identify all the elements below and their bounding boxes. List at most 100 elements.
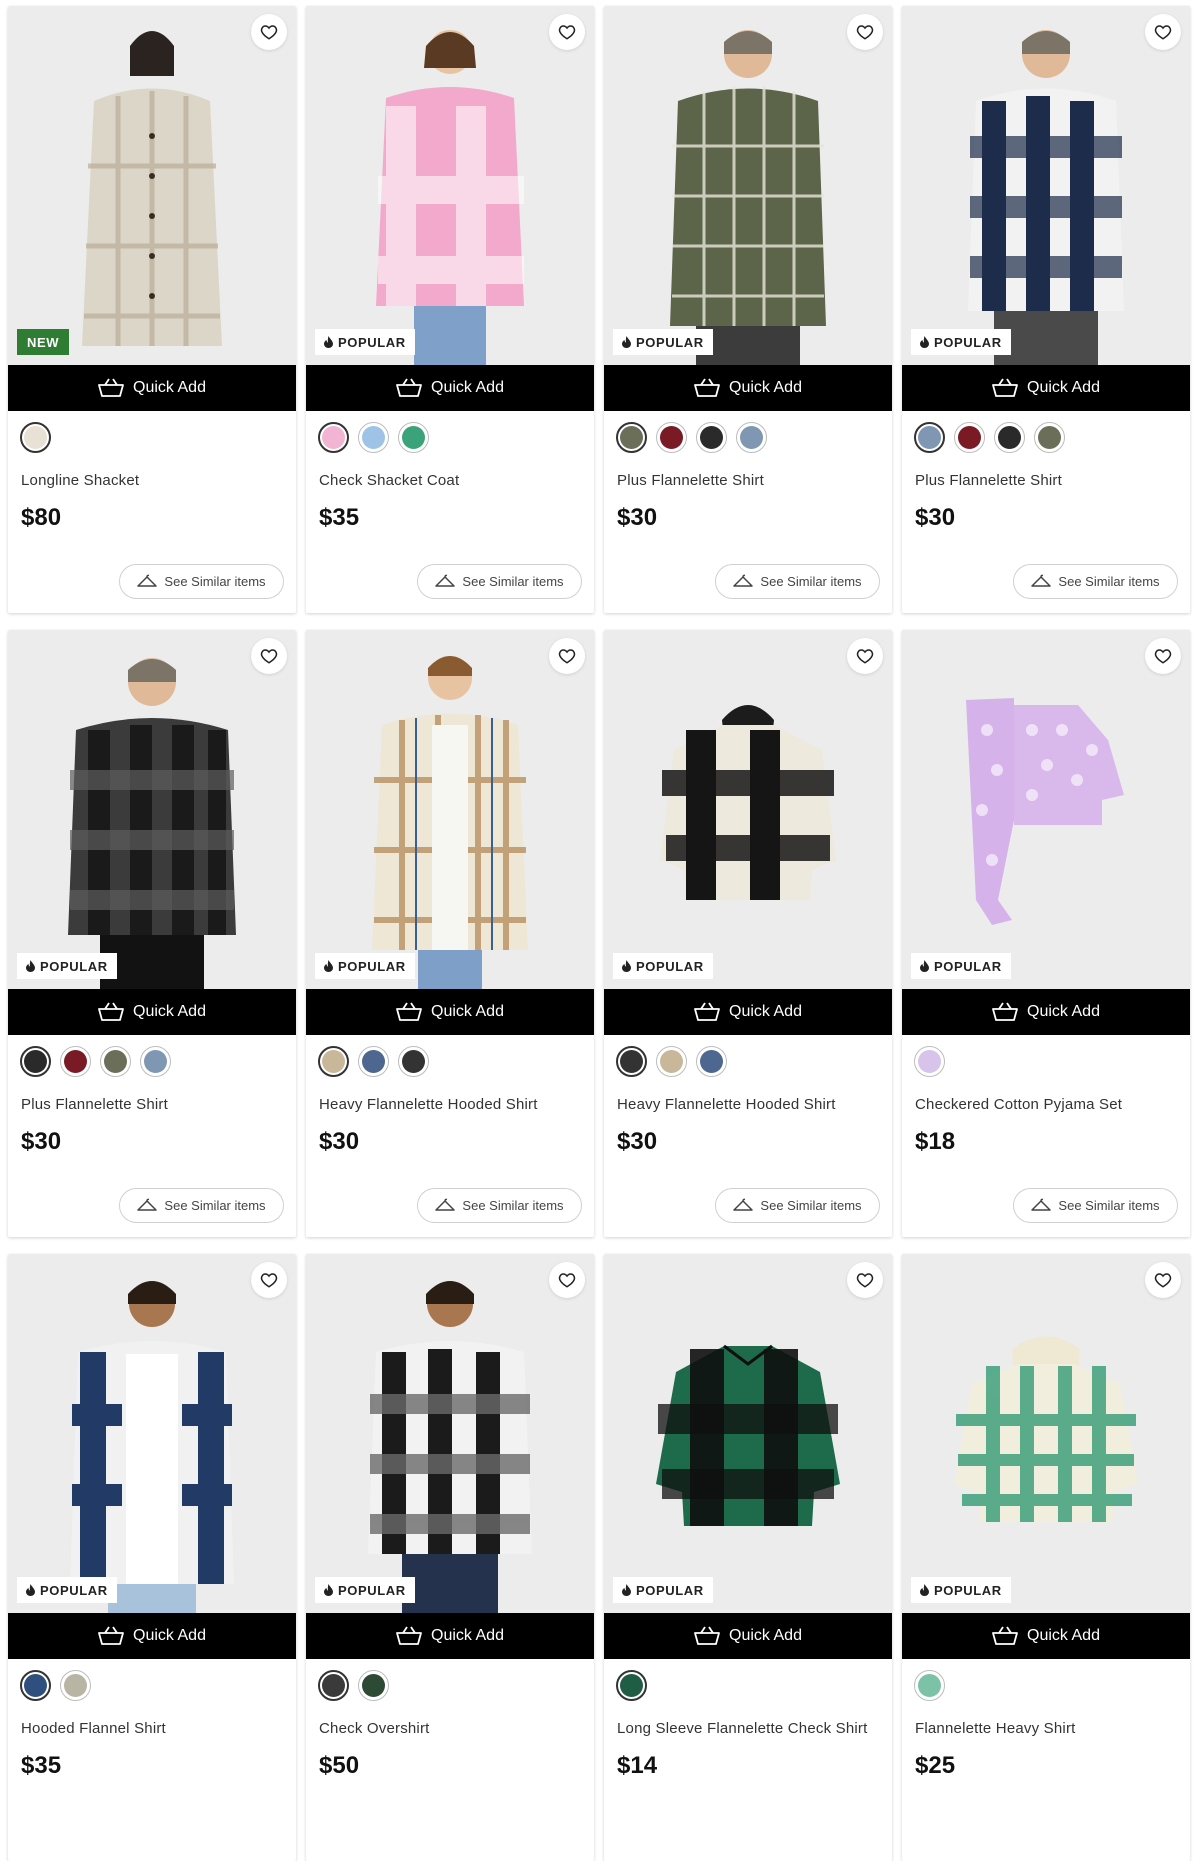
quick-add-button[interactable]: Quick Add — [902, 989, 1190, 1035]
wishlist-button[interactable] — [1145, 1262, 1181, 1298]
product-image[interactable]: POPULAR — [306, 630, 594, 989]
product-card[interactable]: POPULAR Quick Add Flannelette Heavy Shir… — [902, 1254, 1190, 1861]
product-card[interactable]: POPULAR Quick Add Heavy Flannelette Hood… — [604, 630, 892, 1237]
see-similar-button[interactable]: See Similar items — [715, 1188, 880, 1223]
color-swatch[interactable] — [398, 422, 429, 453]
wishlist-button[interactable] — [1145, 14, 1181, 50]
color-swatch[interactable] — [318, 1046, 349, 1077]
status-badge: POPULAR — [613, 329, 713, 355]
quick-add-button[interactable]: Quick Add — [604, 1613, 892, 1659]
wishlist-button[interactable] — [549, 1262, 585, 1298]
wishlist-button[interactable] — [251, 1262, 287, 1298]
product-name[interactable]: Plus Flannelette Shirt — [21, 1096, 168, 1113]
product-name[interactable]: Long Sleeve Flannelette Check Shirt — [617, 1720, 867, 1737]
color-swatch[interactable] — [318, 1670, 349, 1701]
product-image[interactable]: POPULAR — [8, 630, 296, 989]
product-card[interactable]: POPULAR Quick Add Plus Flannelette Shirt… — [902, 6, 1190, 613]
color-swatch[interactable] — [914, 422, 945, 453]
product-name[interactable]: Check Overshirt — [319, 1720, 430, 1737]
see-similar-button[interactable]: See Similar items — [417, 564, 582, 599]
product-card[interactable]: POPULAR Quick Add Heavy Flannelette Hood… — [306, 630, 594, 1237]
product-card[interactable]: POPULAR Quick Add Long Sleeve Flannelett… — [604, 1254, 892, 1861]
product-image[interactable]: POPULAR — [902, 630, 1190, 989]
color-swatch[interactable] — [616, 1670, 647, 1701]
color-swatch[interactable] — [954, 422, 985, 453]
product-card[interactable]: POPULAR Quick Add Check Overshirt $50 — [306, 1254, 594, 1861]
product-card[interactable]: NEW Quick Add Longline Shacket $80 See S… — [8, 6, 296, 613]
see-similar-button[interactable]: See Similar items — [715, 564, 880, 599]
quick-add-button[interactable]: Quick Add — [8, 365, 296, 411]
quick-add-button[interactable]: Quick Add — [902, 1613, 1190, 1659]
color-swatch[interactable] — [20, 1046, 51, 1077]
color-swatch[interactable] — [616, 1046, 647, 1077]
product-name[interactable]: Plus Flannelette Shirt — [617, 472, 764, 489]
product-name[interactable]: Hooded Flannel Shirt — [21, 1720, 166, 1737]
see-similar-button[interactable]: See Similar items — [1013, 564, 1178, 599]
see-similar-button[interactable]: See Similar items — [1013, 1188, 1178, 1223]
product-card[interactable]: POPULAR Quick Add Check Shacket Coat $35… — [306, 6, 594, 613]
wishlist-button[interactable] — [847, 638, 883, 674]
quick-add-button[interactable]: Quick Add — [306, 989, 594, 1035]
color-swatch[interactable] — [358, 422, 389, 453]
color-swatch[interactable] — [100, 1046, 131, 1077]
color-swatch[interactable] — [656, 422, 687, 453]
product-card[interactable]: POPULAR Quick Add Hooded Flannel Shirt $… — [8, 1254, 296, 1861]
quick-add-button[interactable]: Quick Add — [902, 365, 1190, 411]
product-image[interactable]: POPULAR — [604, 1254, 892, 1613]
quick-add-button[interactable]: Quick Add — [306, 1613, 594, 1659]
product-image[interactable]: POPULAR — [306, 1254, 594, 1613]
quick-add-button[interactable]: Quick Add — [8, 989, 296, 1035]
product-image[interactable]: POPULAR — [902, 1254, 1190, 1613]
color-swatch[interactable] — [1034, 422, 1065, 453]
color-swatch[interactable] — [696, 1046, 727, 1077]
product-card[interactable]: POPULAR Quick Add Plus Flannelette Shirt… — [8, 630, 296, 1237]
see-similar-button[interactable]: See Similar items — [417, 1188, 582, 1223]
color-swatch[interactable] — [696, 422, 727, 453]
color-swatch[interactable] — [20, 422, 51, 453]
color-swatch[interactable] — [20, 1670, 51, 1701]
color-swatch[interactable] — [60, 1670, 91, 1701]
product-card[interactable]: POPULAR Quick Add Checkered Cotton Pyjam… — [902, 630, 1190, 1237]
color-swatch[interactable] — [736, 422, 767, 453]
color-swatch[interactable] — [60, 1046, 91, 1077]
product-name[interactable]: Flannelette Heavy Shirt — [915, 1720, 1076, 1737]
basket-icon — [694, 1002, 720, 1021]
product-name[interactable]: Plus Flannelette Shirt — [915, 472, 1062, 489]
wishlist-button[interactable] — [847, 14, 883, 50]
product-name[interactable]: Check Shacket Coat — [319, 472, 459, 489]
quick-add-button[interactable]: Quick Add — [306, 365, 594, 411]
wishlist-button[interactable] — [251, 638, 287, 674]
wishlist-button[interactable] — [847, 1262, 883, 1298]
wishlist-button[interactable] — [251, 14, 287, 50]
product-name[interactable]: Heavy Flannelette Hooded Shirt — [617, 1096, 836, 1113]
color-swatch[interactable] — [994, 422, 1025, 453]
color-swatch[interactable] — [914, 1670, 945, 1701]
see-similar-button[interactable]: See Similar items — [119, 1188, 284, 1223]
product-image[interactable]: POPULAR — [604, 630, 892, 989]
color-swatch[interactable] — [656, 1046, 687, 1077]
wishlist-button[interactable] — [1145, 638, 1181, 674]
product-card[interactable]: POPULAR Quick Add Plus Flannelette Shirt… — [604, 6, 892, 613]
see-similar-button[interactable]: See Similar items — [119, 564, 284, 599]
color-swatch[interactable] — [358, 1046, 389, 1077]
wishlist-button[interactable] — [549, 14, 585, 50]
color-swatch[interactable] — [914, 1046, 945, 1077]
color-swatch[interactable] — [318, 422, 349, 453]
product-image[interactable]: POPULAR — [902, 6, 1190, 365]
color-swatch[interactable] — [616, 422, 647, 453]
quick-add-button[interactable]: Quick Add — [604, 365, 892, 411]
color-swatch[interactable] — [140, 1046, 171, 1077]
product-name[interactable]: Checkered Cotton Pyjama Set — [915, 1096, 1122, 1113]
color-swatch[interactable] — [358, 1670, 389, 1701]
product-image[interactable]: POPULAR — [8, 1254, 296, 1613]
quick-add-button[interactable]: Quick Add — [604, 989, 892, 1035]
product-name[interactable]: Heavy Flannelette Hooded Shirt — [319, 1096, 538, 1113]
color-swatch[interactable] — [398, 1046, 429, 1077]
product-image[interactable]: POPULAR — [306, 6, 594, 365]
wishlist-button[interactable] — [549, 638, 585, 674]
product-image[interactable]: POPULAR — [604, 6, 892, 365]
product-image[interactable]: NEW — [8, 6, 296, 365]
product-name[interactable]: Longline Shacket — [21, 472, 139, 489]
heart-icon — [558, 649, 576, 664]
quick-add-button[interactable]: Quick Add — [8, 1613, 296, 1659]
